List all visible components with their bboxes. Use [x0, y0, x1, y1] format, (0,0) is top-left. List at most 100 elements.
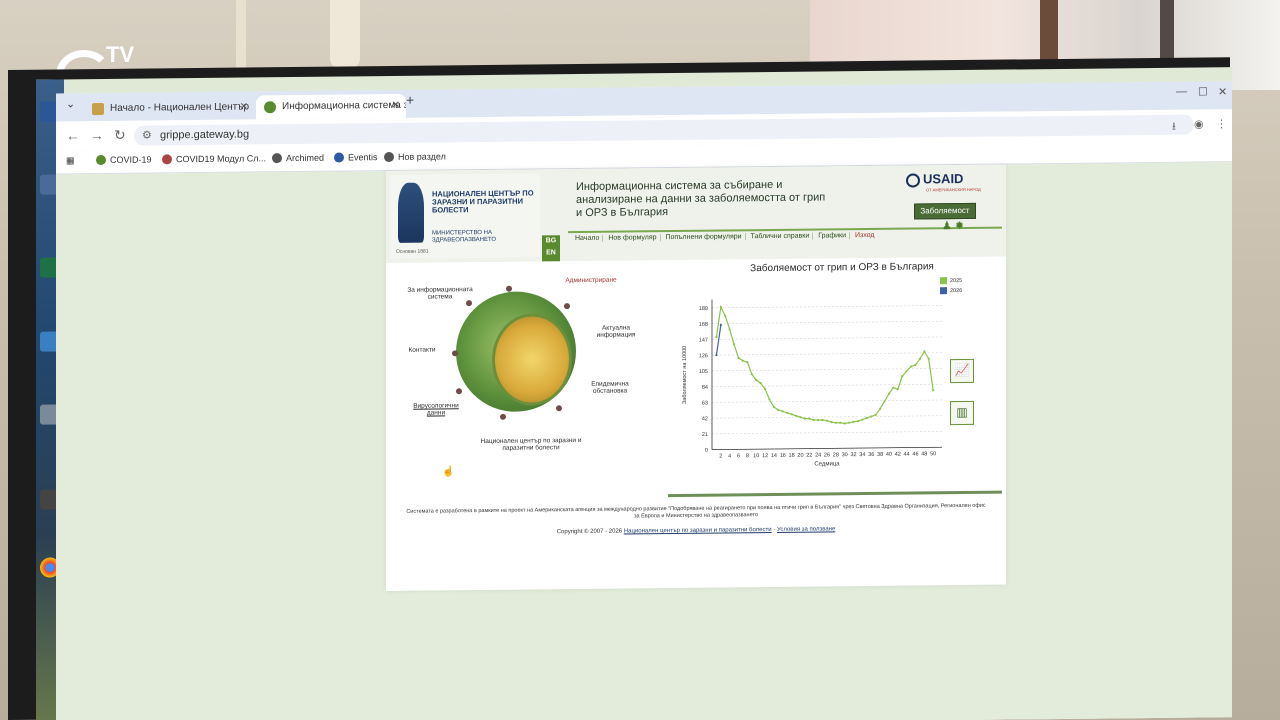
data-point: [852, 420, 855, 423]
bookmark-icon: [162, 154, 172, 165]
virus-spike-icon: [466, 300, 472, 307]
forward-arrow-icon[interactable]: →: [90, 127, 104, 143]
back-arrow-icon[interactable]: ←: [66, 127, 80, 143]
apps-grid-icon[interactable]: ▦: [66, 155, 75, 166]
x-tick-label: 36: [868, 452, 874, 458]
nav-center[interactable]: Национален център по заразни и паразитни…: [476, 437, 586, 452]
monitor: ⌄ Начало - Национален Център ✕ Информаци…: [8, 57, 1232, 720]
menu-item-charts[interactable]: Графики: [815, 232, 851, 240]
tab-search-chevron-icon[interactable]: ⌄: [66, 97, 75, 110]
center-link[interactable]: Национален център по заразни и паразитни…: [624, 527, 772, 535]
download-icon[interactable]: ⭳: [1172, 118, 1176, 137]
tab-home[interactable]: Начало - Национален Център ✕: [84, 95, 254, 121]
background-object: [330, 0, 360, 70]
menu-item-logout[interactable]: Изход: [852, 232, 878, 239]
x-tick-label: 26: [824, 452, 830, 458]
nav-epidemic[interactable]: Епидемична обстановка: [580, 380, 640, 395]
chart-plot: 0214263841051261471681892 4 6 8 10 12 14 16 18 20…: [682, 299, 942, 468]
org-block[interactable]: НАЦИОНАЛЕН ЦЕНТЪР ПО ЗАРАЗНИ И ПАРАЗИТНИ…: [390, 173, 540, 259]
x-tick-label: 4: [728, 453, 731, 459]
section-button[interactable]: Заболяемост: [914, 202, 976, 220]
nav-current-info[interactable]: Актуална информация: [586, 324, 646, 339]
grid-line: [712, 352, 942, 356]
menu-item-table-reports[interactable]: Таблични справки: [747, 232, 814, 241]
x-tick-label: 50: [930, 451, 936, 457]
lang-bg[interactable]: BG: [542, 235, 560, 247]
maximize-icon[interactable]: ☐: [1198, 85, 1208, 98]
data-point: [887, 392, 891, 395]
x-tick-label: 12: [762, 453, 768, 459]
x-tick-label: 6: [737, 453, 740, 459]
close-icon[interactable]: ✕: [240, 95, 248, 119]
site-info-icon[interactable]: ⚙: [142, 125, 152, 145]
y-tick-label: 0: [705, 448, 708, 454]
bookmark-eventis[interactable]: Eventis: [334, 152, 378, 163]
virus-navigation: За информационната система Администриран…: [396, 268, 656, 491]
menu-item-filled-forms[interactable]: Попълнени формуляри: [662, 233, 746, 242]
new-tab-plus-icon[interactable]: +: [406, 92, 414, 108]
data-point: [905, 369, 908, 373]
usaid-subtitle: ОТ АМЕРИКАНСКИЯ НАРОД: [926, 186, 981, 193]
virus-core-illustration: [492, 313, 572, 406]
main-menu: Начало Нов формуляр Попълнени формуляри …: [572, 231, 992, 247]
bookmark-new-section[interactable]: Нов раздел: [384, 151, 446, 163]
x-tick-label: 2: [719, 454, 722, 460]
grid-line: [712, 431, 942, 435]
minimize-icon[interactable]: —: [1176, 86, 1187, 98]
menu-item-new-form[interactable]: Нов формуляр: [605, 234, 661, 242]
x-axis: [712, 446, 942, 451]
profile-icon[interactable]: ◉: [1194, 117, 1204, 130]
menu-item-home[interactable]: Начало: [572, 234, 604, 243]
bookmark-covid19[interactable]: COVID-19: [96, 154, 152, 166]
y-tick-label: 42: [702, 416, 708, 422]
usaid-seal-icon: [906, 173, 920, 188]
data-point: [901, 375, 904, 378]
x-tick-label: 32: [850, 452, 856, 458]
lang-en[interactable]: EN: [542, 247, 560, 259]
tab-label: Информационна система за с: [282, 99, 406, 113]
reload-icon[interactable]: ↻: [114, 127, 126, 144]
org-ministry: МИНИСТЕРСТВО НА ЗДРАВЕОПАЗВАНЕТО: [432, 229, 497, 244]
data-point: [843, 422, 846, 425]
footer-text: Системата е разработена в рамките на про…: [406, 502, 986, 520]
virus-spike-icon: [500, 413, 506, 420]
nav-contacts[interactable]: Контакти: [402, 346, 442, 354]
tab-info-system[interactable]: Информационна система за с ✕: [256, 93, 406, 120]
site-favicon-icon: [92, 102, 104, 116]
org-name: НАЦИОНАЛЕН ЦЕНТЪР ПО ЗАРАЗНИ И ПАРАЗИТНИ…: [432, 188, 534, 215]
x-tick-label: 44: [904, 452, 910, 458]
x-tick-label: 14: [771, 453, 777, 459]
bookmark-covid19-module[interactable]: COVID19 Модул Сл...: [162, 153, 266, 165]
x-tick-label: 18: [789, 453, 795, 459]
copyright: Copyright © 2007 - 2026 Национален центъ…: [556, 526, 836, 536]
nav-virology[interactable]: Вирусологични данни: [406, 402, 466, 417]
y-tick-label: 147: [699, 337, 708, 343]
menu-dots-icon[interactable]: ⋮: [1216, 117, 1227, 130]
data-point: [932, 389, 935, 392]
bookmark-archimed[interactable]: Archimed: [272, 153, 324, 164]
x-tick-label: 8: [746, 453, 749, 459]
nav-info-system[interactable]: За информационната система: [400, 286, 480, 301]
channel-logo-text: TV: [106, 42, 135, 67]
close-icon[interactable]: ✕: [392, 94, 400, 118]
screen: ⌄ Начало - Национален Център ✕ Информаци…: [36, 67, 1232, 720]
site-favicon-icon: [264, 101, 276, 114]
grid-line: [712, 305, 942, 309]
bar-chart-button-icon[interactable]: ▥: [950, 400, 974, 426]
x-tick-label: 22: [806, 453, 812, 459]
user-icon[interactable]: ♟ ✹: [942, 219, 964, 232]
window-close-icon[interactable]: ✕: [1218, 85, 1227, 98]
terms-link[interactable]: Условия за ползване: [777, 526, 835, 533]
usaid-logo: USAID: [906, 171, 963, 188]
data-point: [909, 365, 913, 368]
data-point: [719, 323, 722, 327]
x-tick-label: 38: [877, 452, 883, 458]
data-point: [834, 421, 837, 424]
line-chart-button-icon[interactable]: 📈: [950, 358, 974, 384]
system-title: Информационна система за събиране и анал…: [576, 178, 826, 220]
photo-scene: TV ⌄ Начало - Национален Център ✕ Информ…: [0, 0, 1280, 720]
nav-admin[interactable]: Администриране: [556, 277, 626, 285]
grid-line: [712, 383, 942, 387]
mouse-cursor-icon: ☝: [442, 466, 455, 478]
virus-spike-icon: [556, 405, 562, 412]
